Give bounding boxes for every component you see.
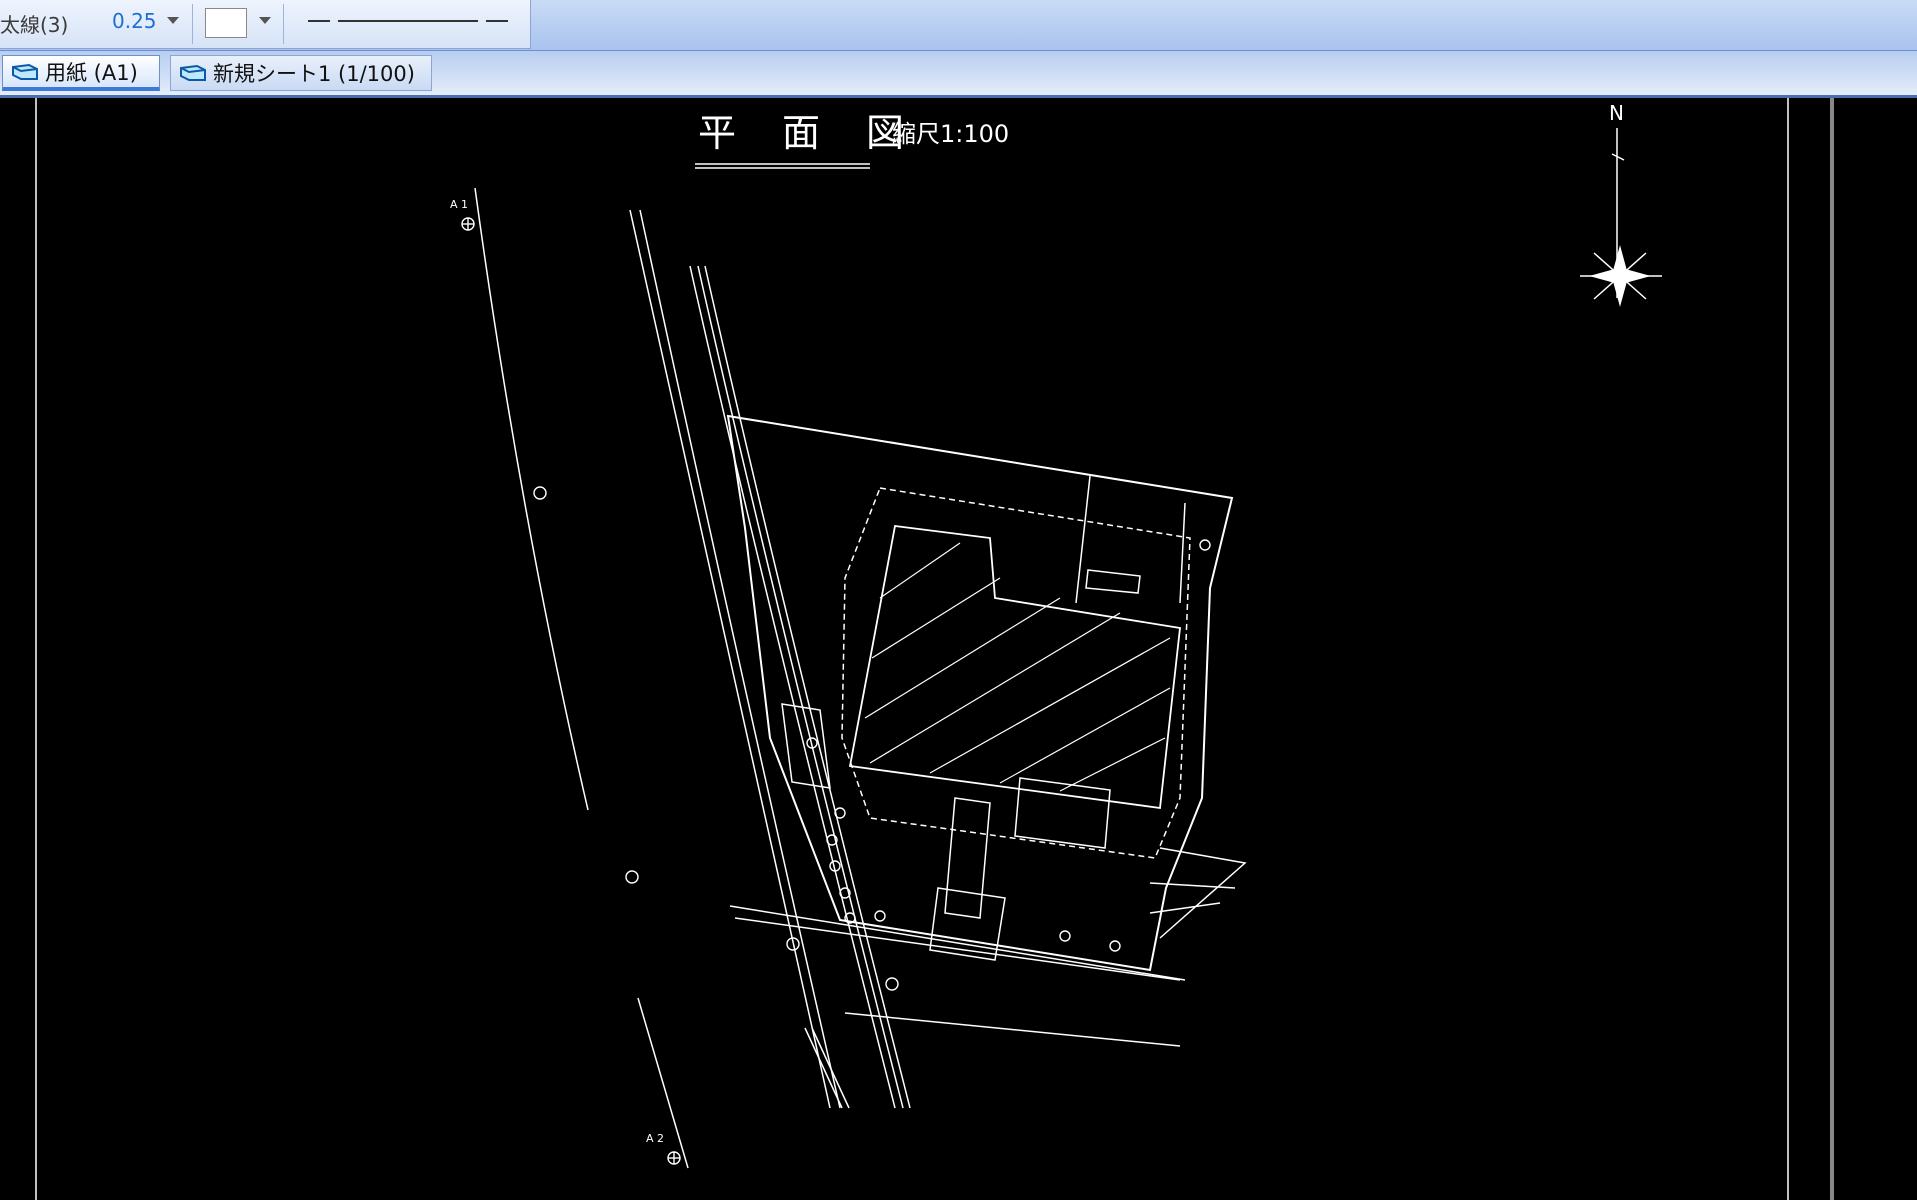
road-edge-line xyxy=(639,209,841,1109)
road-edge-line xyxy=(474,187,589,811)
adjacent-lot-line xyxy=(1149,902,1221,914)
drawing-title: 平 面 図 xyxy=(698,111,909,155)
sheet-tab-bar: 用紙 (A1) 新規シート1 (1/100) xyxy=(0,51,1917,98)
site-boundary xyxy=(726,414,1234,972)
toolbar-separator xyxy=(283,4,284,44)
drawing-canvas[interactable]: 平 面 図 縮尺1:100 N A 1 A 2 xyxy=(0,98,1917,1200)
north-label: N xyxy=(1609,101,1624,125)
tab-sheet-1-label: 新規シート1 (1/100) xyxy=(213,62,415,86)
toolbar-separator xyxy=(192,4,193,44)
line-width-dropdown-icon[interactable] xyxy=(167,17,179,24)
survey-point-label: A 1 xyxy=(450,198,469,211)
building-outline xyxy=(848,525,1181,810)
tab-sheet-1[interactable]: 新規シート1 (1/100) xyxy=(170,55,432,91)
sheet-icon xyxy=(12,63,38,80)
road-edge-line xyxy=(629,209,831,1109)
room-outline xyxy=(1014,777,1111,849)
boundary-line xyxy=(1075,475,1091,604)
room-outline xyxy=(1085,569,1141,594)
tab-paper-label: 用紙 (A1) xyxy=(45,60,138,85)
road-edge-line xyxy=(734,917,1181,981)
line-type-selector[interactable] xyxy=(308,20,508,22)
line-properties-panel: 太線(3) 0.25 xyxy=(0,0,531,49)
road-edge-line xyxy=(697,265,904,1109)
survey-markers xyxy=(461,217,1211,1165)
north-arrow-icon xyxy=(1580,128,1662,307)
adjacent-lot-line xyxy=(1159,847,1247,939)
site-plan-drawing xyxy=(35,98,1834,1200)
survey-point-label: A 2 xyxy=(646,1132,665,1145)
line-width-value[interactable]: 0.25 xyxy=(112,9,157,33)
road-edge-line xyxy=(811,1027,850,1109)
toolbar: 太線(3) 0.25 xyxy=(0,0,1917,51)
road-edge-line xyxy=(804,1027,843,1109)
room-outline xyxy=(944,797,991,919)
line-color-dropdown-icon[interactable] xyxy=(259,17,271,24)
tab-paper[interactable]: 用紙 (A1) xyxy=(2,55,160,91)
drawing-scale: 縮尺1:100 xyxy=(892,120,1010,148)
line-color-swatch[interactable] xyxy=(205,8,247,38)
boundary-line xyxy=(1179,502,1186,604)
building-hatch xyxy=(864,542,1171,792)
parking-outline xyxy=(781,703,831,789)
road-edge-line xyxy=(844,1012,1181,1047)
line-weight-label[interactable]: 太線(3) xyxy=(0,9,68,38)
sheet-icon xyxy=(180,64,206,81)
building-setback-line xyxy=(841,487,1191,859)
